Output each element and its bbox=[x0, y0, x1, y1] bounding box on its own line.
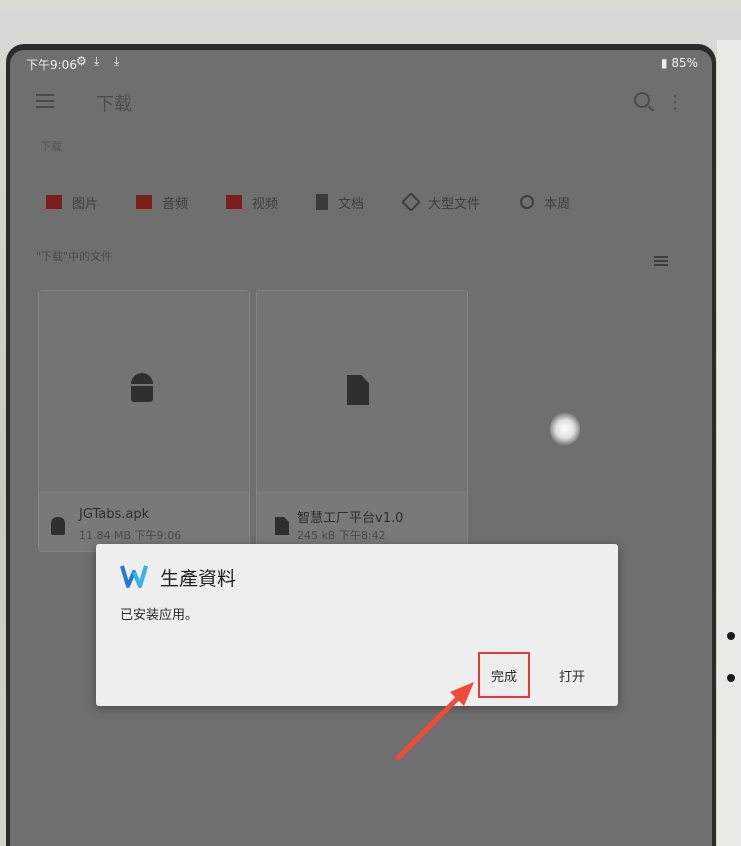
annotation-arrow-icon bbox=[395, 682, 474, 761]
